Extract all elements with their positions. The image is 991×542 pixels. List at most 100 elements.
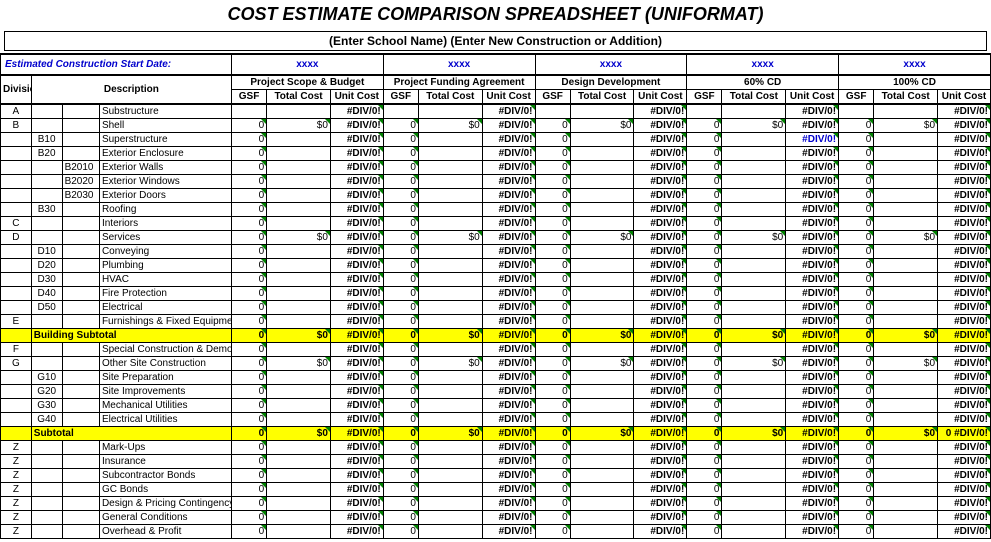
cell-unit[interactable]: #DIV/0! [330, 231, 383, 245]
cell-total[interactable] [570, 104, 634, 119]
cell-gsf[interactable]: 0 [839, 357, 874, 371]
cell-total[interactable]: $0 [267, 357, 331, 371]
cell-gsf[interactable]: 0 [383, 469, 418, 483]
cell-gsf[interactable]: 0 [231, 217, 266, 231]
cell-unit[interactable]: #DIV/0! [938, 147, 991, 161]
cell-total[interactable] [418, 259, 482, 273]
cell-total[interactable] [418, 399, 482, 413]
cell-total[interactable] [874, 203, 938, 217]
cell-total[interactable]: $0 [570, 119, 634, 133]
cell-unit[interactable]: #DIV/0! [634, 315, 687, 329]
cell-description[interactable]: Interiors [99, 217, 231, 231]
cell-gsf[interactable]: 0 [231, 497, 266, 511]
cell-total[interactable] [267, 441, 331, 455]
cell-unit[interactable]: #DIV/0! [786, 104, 839, 119]
cell-gsf[interactable]: 0 [383, 413, 418, 427]
cell-gsf[interactable]: 0 [231, 315, 266, 329]
cell-gsf[interactable]: 0 [535, 287, 570, 301]
cell-unit[interactable]: #DIV/0! [482, 315, 535, 329]
cell-total[interactable] [722, 245, 786, 259]
cell-subcode[interactable] [31, 455, 62, 469]
cell-unit[interactable]: #DIV/0! [634, 497, 687, 511]
cell-unit[interactable]: #DIV/0! [634, 357, 687, 371]
cell-unit[interactable]: #DIV/0! [786, 147, 839, 161]
cell-total[interactable] [722, 104, 786, 119]
cell-gsf[interactable]: 0 [231, 343, 266, 357]
cell-total[interactable] [570, 203, 634, 217]
cell-gsf[interactable]: 0 [231, 441, 266, 455]
cell-total[interactable] [722, 385, 786, 399]
cell-total[interactable] [570, 273, 634, 287]
cell-itemcode[interactable] [62, 511, 99, 525]
cell-total[interactable] [570, 259, 634, 273]
cell-gsf[interactable]: 0 [231, 133, 266, 147]
cell-gsf[interactable]: 0 [383, 511, 418, 525]
cell-description[interactable]: Site Preparation [99, 371, 231, 385]
cell-division[interactable]: Z [1, 511, 32, 525]
cell-gsf[interactable]: 0 [687, 441, 722, 455]
cell-unit[interactable]: #DIV/0! [786, 161, 839, 175]
cell-itemcode[interactable] [62, 217, 99, 231]
cell-total[interactable] [722, 511, 786, 525]
cell-total[interactable] [418, 511, 482, 525]
cell-gsf[interactable]: 0 [535, 231, 570, 245]
cell-unit[interactable]: #DIV/0! [330, 385, 383, 399]
cell-itemcode[interactable] [62, 371, 99, 385]
cell-total[interactable] [874, 287, 938, 301]
cell-gsf[interactable]: 0 [839, 483, 874, 497]
cell-gsf[interactable]: 0 [535, 511, 570, 525]
cell-gsf[interactable]: 0 [687, 483, 722, 497]
cell-unit[interactable]: #DIV/0! [330, 245, 383, 259]
cell-unit[interactable]: #DIV/0! [786, 469, 839, 483]
cell-gsf[interactable]: 0 [839, 175, 874, 189]
cell-unit[interactable]: #DIV/0! [634, 189, 687, 203]
cell-gsf[interactable]: 0 [231, 469, 266, 483]
cell-gsf[interactable]: 0 [687, 231, 722, 245]
cell-total[interactable] [722, 287, 786, 301]
cell-description[interactable]: Special Construction & Demo [99, 343, 231, 357]
cell-itemcode[interactable] [62, 469, 99, 483]
cell-unit[interactable]: #DIV/0! [786, 399, 839, 413]
cell-subcode[interactable] [31, 497, 62, 511]
cell-division[interactable] [1, 371, 32, 385]
cell-total[interactable]: $0 [722, 119, 786, 133]
cell-unit[interactable]: #DIV/0! [482, 189, 535, 203]
cell-gsf[interactable]: 0 [839, 525, 874, 539]
cell-total[interactable] [874, 371, 938, 385]
cell-unit[interactable]: #DIV/0! [330, 497, 383, 511]
cell-gsf[interactable]: 0 [383, 217, 418, 231]
cell-total[interactable] [267, 371, 331, 385]
cell-description[interactable]: Site Improvements [99, 385, 231, 399]
cell-total[interactable] [570, 525, 634, 539]
cell-unit[interactable]: #DIV/0! [330, 483, 383, 497]
cell-subcode[interactable] [31, 189, 62, 203]
cell-unit[interactable]: #DIV/0! [330, 511, 383, 525]
cell-total[interactable] [570, 133, 634, 147]
cell-total[interactable] [418, 441, 482, 455]
cell-gsf[interactable]: 0 [687, 287, 722, 301]
cell-total[interactable] [722, 203, 786, 217]
cell-unit[interactable]: #DIV/0! [938, 385, 991, 399]
cell-gsf[interactable] [535, 104, 570, 119]
cell-itemcode[interactable] [62, 385, 99, 399]
cell-total[interactable] [570, 315, 634, 329]
cell-gsf[interactable]: 0 [231, 525, 266, 539]
cell-unit[interactable]: #DIV/0! [786, 203, 839, 217]
cell-unit[interactable]: #DIV/0! [786, 385, 839, 399]
cell-total[interactable] [418, 343, 482, 357]
cell-total[interactable] [874, 413, 938, 427]
cell-gsf[interactable]: 0 [687, 385, 722, 399]
cell-gsf[interactable]: 0 [535, 315, 570, 329]
cell-subcode[interactable] [31, 217, 62, 231]
cell-division[interactable]: Z [1, 441, 32, 455]
cell-total[interactable] [722, 161, 786, 175]
cell-total[interactable] [874, 455, 938, 469]
cell-unit[interactable]: #DIV/0! [482, 357, 535, 371]
cell-unit[interactable]: #DIV/0! [482, 217, 535, 231]
cell-unit[interactable]: #DIV/0! [938, 371, 991, 385]
cell-unit[interactable]: #DIV/0! [786, 231, 839, 245]
cell-gsf[interactable]: 0 [535, 273, 570, 287]
cell-gsf[interactable]: 0 [231, 357, 266, 371]
cell-total[interactable] [570, 469, 634, 483]
cell-itemcode[interactable] [62, 357, 99, 371]
